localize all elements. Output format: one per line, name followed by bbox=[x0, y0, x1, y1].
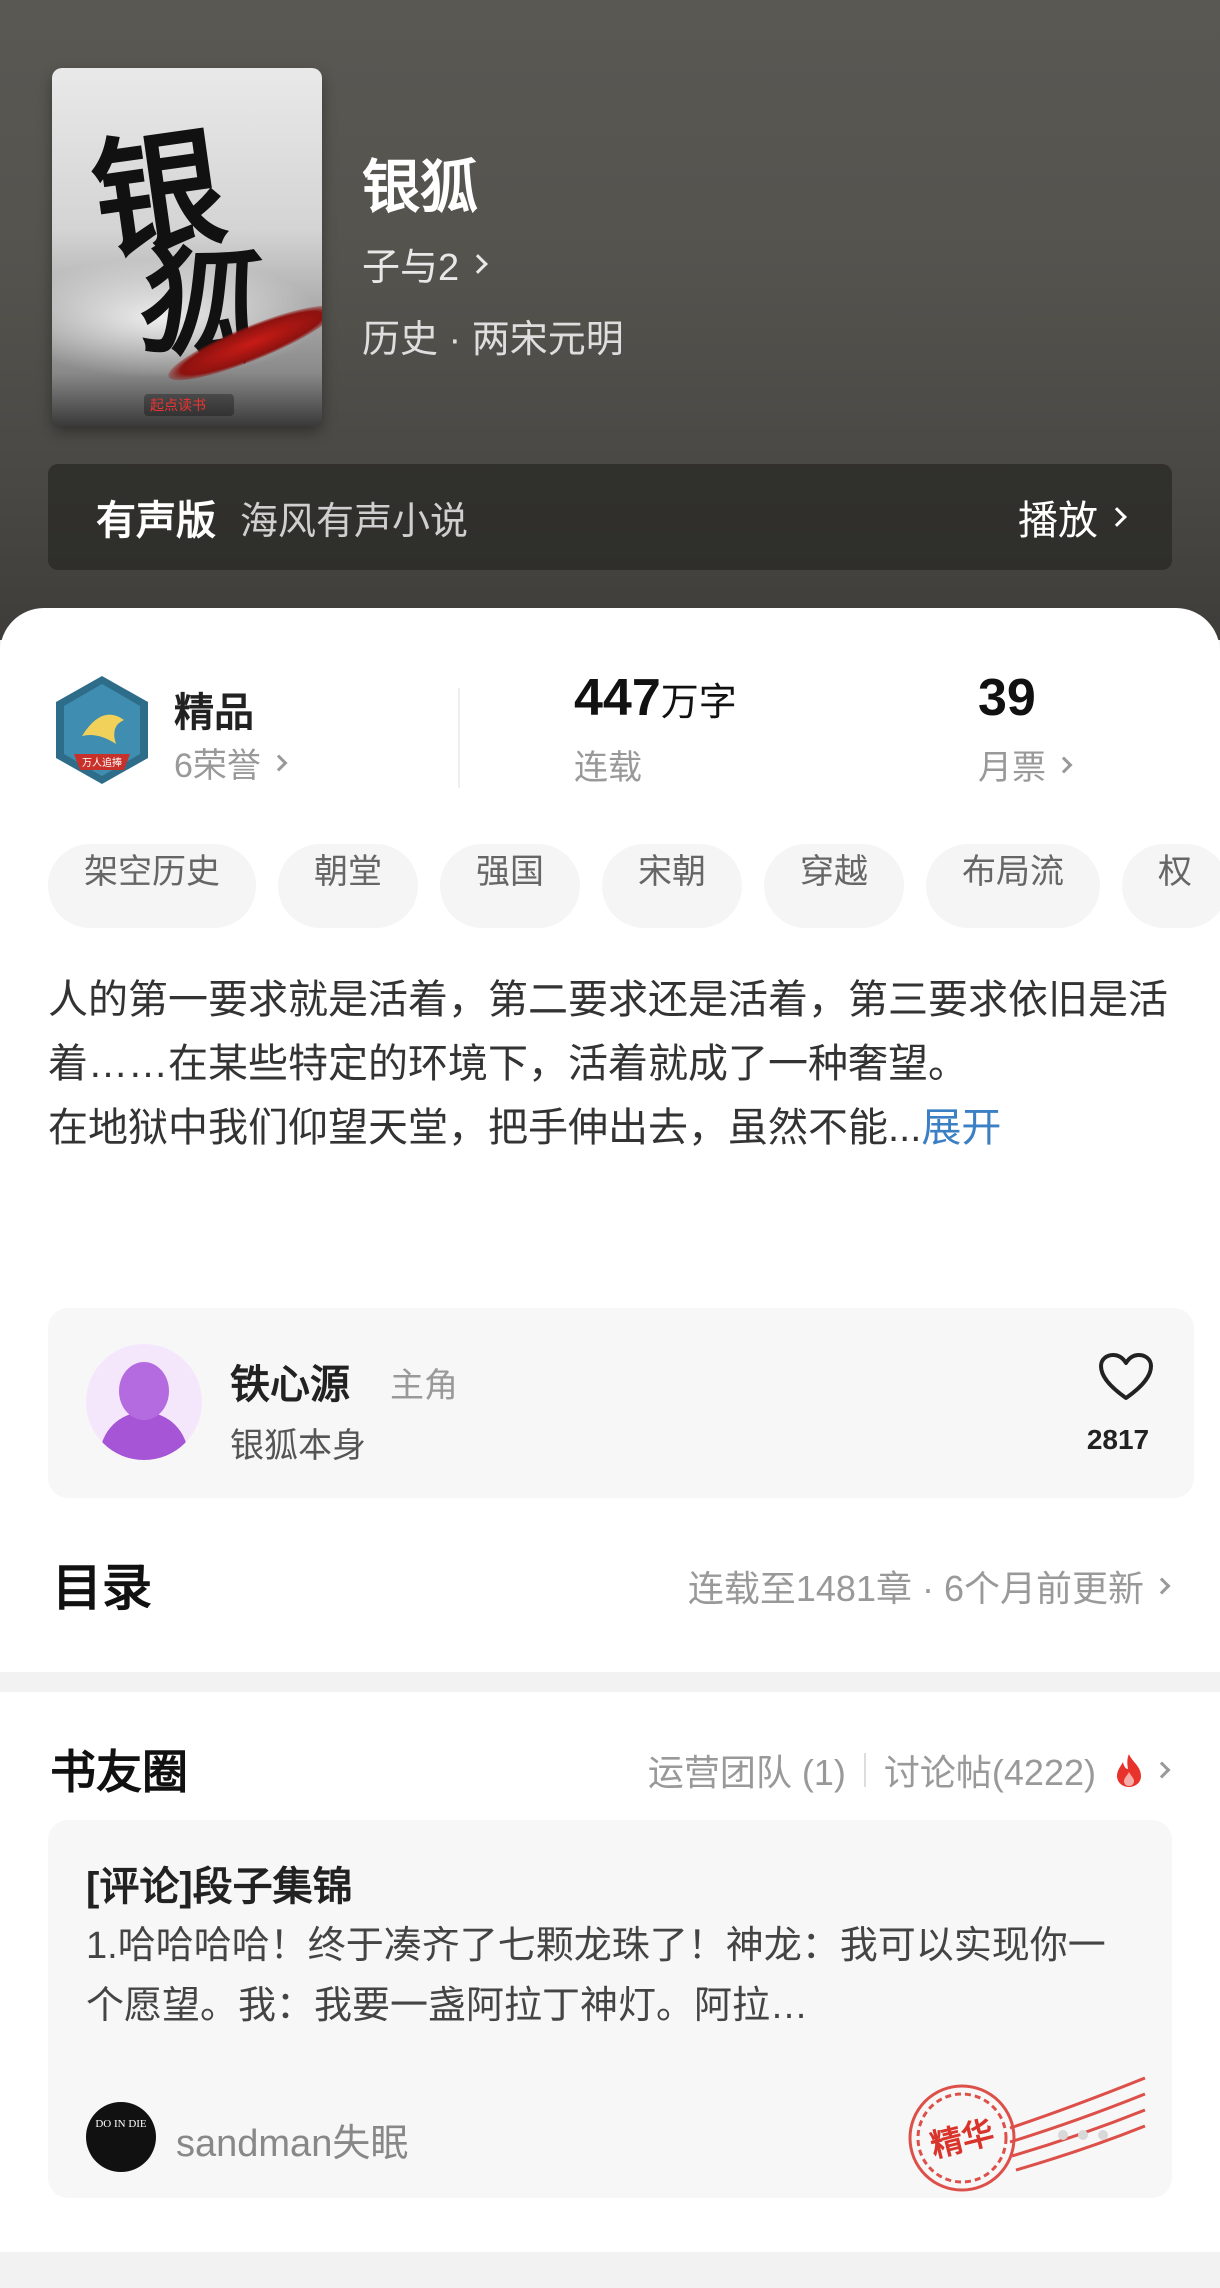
tag-chip[interactable]: 穿越 bbox=[764, 844, 904, 928]
flame-icon bbox=[1117, 1754, 1141, 1787]
intro-text: 在地狱中我们仰望天堂，把手伸出去，虽然不能... bbox=[48, 1106, 922, 1150]
featured-stamp-icon: 精华 bbox=[908, 2076, 1146, 2192]
carousel-dot bbox=[1098, 2130, 1108, 2140]
character-avatar bbox=[86, 1344, 202, 1460]
reader-circle-section: 书友圈 运营团队 (1) 讨论帖(4222) [评论]段子集锦 1.哈哈哈哈！终… bbox=[0, 1692, 1220, 2252]
honor-count: 6荣誉 bbox=[174, 747, 261, 785]
honor-link[interactable]: 6荣誉 bbox=[174, 738, 288, 787]
character-name: 铁心源 bbox=[230, 1363, 350, 1407]
tag-chip[interactable]: 布局流 bbox=[926, 844, 1100, 928]
badge-text: 万人追捧 bbox=[82, 756, 122, 769]
character-description: 银狐本身 bbox=[230, 1427, 366, 1465]
serial-status: 连载 bbox=[574, 749, 642, 787]
word-count-unit: 万字 bbox=[660, 682, 737, 724]
user-avatar[interactable]: DO IN DIE bbox=[86, 2102, 156, 2172]
tag-chip[interactable]: 架空历史 bbox=[48, 844, 256, 928]
author-link[interactable]: 子与2 bbox=[362, 236, 489, 291]
word-count-value: 447 bbox=[574, 669, 661, 727]
chevron-right-icon bbox=[1107, 507, 1127, 527]
ops-team-link[interactable]: 运营团队 (1) bbox=[648, 1744, 846, 1796]
forum-links: 运营团队 (1) 讨论帖(4222) bbox=[648, 1744, 1171, 1796]
avatar-silhouette-head bbox=[119, 1362, 169, 1420]
honor-badge-icon[interactable]: 万人追捧 bbox=[52, 674, 152, 786]
cover-publisher-logo: 起点读书 bbox=[144, 394, 234, 416]
expand-link[interactable]: 展开 bbox=[921, 1106, 1001, 1150]
toc-title: 目录 bbox=[52, 1560, 152, 1616]
carousel-dot bbox=[1058, 2130, 1068, 2140]
tag-list: 架空历史 朝堂 强国 宋朝 穿越 布局流权 bbox=[48, 844, 1220, 928]
chevron-right-icon bbox=[468, 253, 489, 274]
post-excerpt: 1.哈哈哈哈！终于凑齐了七颗龙珠了！神龙：我可以实现你一个愿望。我：我要一盏阿拉… bbox=[86, 1925, 1106, 2027]
intro-paragraph: 在地狱中我们仰望天堂，把手伸出去，虽然不能...展开 bbox=[48, 1096, 1172, 1160]
book-title: 银狐 bbox=[362, 155, 479, 220]
discussion-link[interactable]: 讨论帖(4222) bbox=[884, 1744, 1096, 1796]
monthly-votes-label: 月票 bbox=[978, 749, 1046, 787]
tag-chip[interactable]: 宋朝 bbox=[602, 844, 742, 928]
tag-chip[interactable]: 权 bbox=[1122, 844, 1220, 928]
heart-icon[interactable] bbox=[1098, 1352, 1154, 1402]
chevron-right-icon[interactable] bbox=[1153, 1761, 1171, 1779]
stats-divider bbox=[458, 688, 460, 788]
book-detail-card: 万人追捧 精品 6荣誉 447万字 连载 39 月票 架空历史 朝堂 强国 宋朝 穿越布… bbox=[0, 608, 1220, 1672]
monthly-votes-link[interactable]: 月票 bbox=[978, 740, 1073, 789]
character-card[interactable]: 铁心源 主角 银狐本身 2817 bbox=[48, 1308, 1194, 1498]
intro-paragraph: 人的第一要求就是活着，第二要求还是活着，第三要求依旧是活着……在某些特定的环境下… bbox=[48, 978, 1168, 1086]
chevron-right-icon bbox=[1153, 1577, 1171, 1595]
play-label: 播放 bbox=[1018, 499, 1098, 543]
audio-version-bar[interactable]: 有声版 海风有声小说 播放 bbox=[48, 464, 1172, 570]
chevron-right-icon bbox=[1055, 756, 1073, 773]
table-of-contents-row[interactable]: 目录 连载至1481章 · 6个月前更新 bbox=[0, 1548, 1220, 1638]
book-genre: 历史 · 两宋元明 bbox=[362, 319, 624, 361]
author-name: 子与2 bbox=[362, 247, 460, 289]
chevron-right-icon bbox=[270, 754, 288, 771]
toc-status: 连载至1481章 · 6个月前更新 bbox=[687, 1568, 1144, 1609]
carousel-dots bbox=[1058, 2130, 1108, 2140]
book-intro: 人的第一要求就是活着，第二要求还是活着，第三要求依旧是活着……在某些特定的环境下… bbox=[48, 968, 1172, 1160]
monthly-votes-value: 39 bbox=[978, 669, 1036, 727]
featured-post-card[interactable]: [评论]段子集锦 1.哈哈哈哈！终于凑齐了七颗龙珠了！神龙：我可以实现你一个愿望… bbox=[48, 1820, 1172, 2198]
book-cover[interactable]: 银 狐 起点读书 bbox=[52, 68, 322, 426]
tag-chip[interactable]: 强国 bbox=[440, 844, 580, 928]
audio-label: 有声版 bbox=[96, 499, 216, 543]
carousel-dot bbox=[1078, 2130, 1088, 2140]
stamp-text: 精华 bbox=[927, 2114, 998, 2164]
book-header: 银 狐 起点读书 银狐 子与2 历史 · 两宋元明 有声版 海风有声小说 播放 bbox=[0, 0, 1220, 640]
toc-status-link[interactable]: 连载至1481章 · 6个月前更新 bbox=[687, 1560, 1171, 1612]
play-button[interactable]: 播放 bbox=[1018, 488, 1127, 546]
divider bbox=[863, 1753, 866, 1787]
post-author[interactable]: sandman失眠 bbox=[176, 2112, 408, 2167]
post-title: [评论]段子集锦 bbox=[86, 1865, 353, 1909]
honor-title: 精品 bbox=[174, 691, 254, 735]
section-title: 书友圈 bbox=[50, 1746, 188, 1798]
audio-source: 海风有声小说 bbox=[240, 500, 469, 543]
word-count: 447万字 bbox=[574, 668, 737, 728]
character-role: 主角 bbox=[390, 1367, 458, 1405]
tag-chip[interactable]: 朝堂 bbox=[278, 844, 418, 928]
like-count: 2817 bbox=[1086, 1424, 1150, 1455]
